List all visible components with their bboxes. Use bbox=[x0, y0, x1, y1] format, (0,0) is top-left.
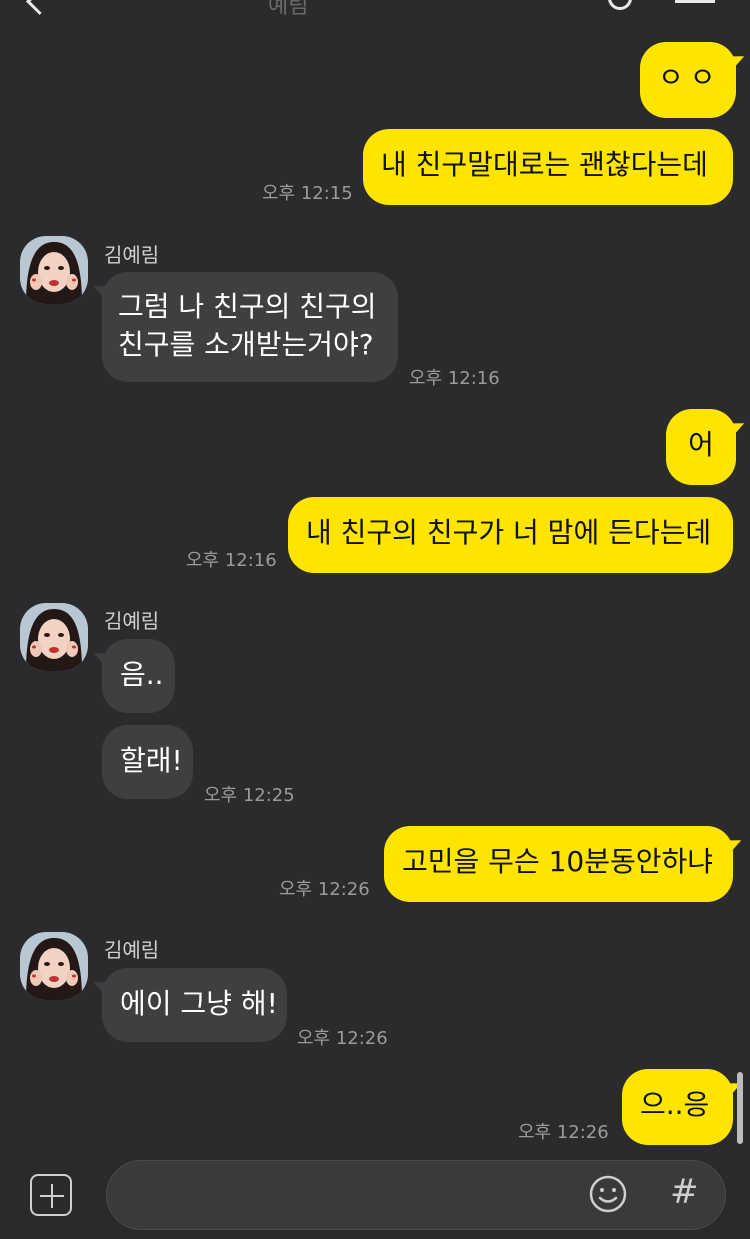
message-time: 오후 12:25 bbox=[204, 785, 295, 806]
message-text-line: 친구를 소개받는거야? bbox=[118, 328, 374, 361]
message-input[interactable] bbox=[106, 1160, 726, 1230]
message-time: 오후 12:16 bbox=[409, 368, 500, 389]
message-text: 어 bbox=[688, 428, 714, 461]
message-time: 오후 12:15 bbox=[262, 183, 353, 204]
message-text: ㅇㅇ bbox=[658, 61, 722, 94]
my-message-bubble[interactable]: 내 친구말대로는 괜찮다는데 bbox=[363, 129, 733, 205]
their-message-bubble[interactable]: 그럼 나 친구의 친구의 친구를 소개받는거야? bbox=[102, 272, 398, 382]
message-text-line: 그럼 나 친구의 친구의 bbox=[118, 290, 377, 323]
my-message-bubble[interactable]: 내 친구의 친구가 너 맘에 든다는데 bbox=[288, 497, 733, 573]
message-time: 오후 12:26 bbox=[279, 879, 370, 900]
message-text: 으..응 bbox=[640, 1088, 710, 1121]
my-message-bubble[interactable]: 어 bbox=[666, 409, 736, 485]
smiley-icon[interactable] bbox=[588, 1174, 628, 1214]
top-bar: 예림 bbox=[0, 0, 750, 19]
message-text: 음.. bbox=[120, 658, 164, 691]
message-text: 에이 그냥 해! bbox=[120, 987, 278, 1020]
plus-square-icon[interactable] bbox=[30, 1174, 72, 1216]
search-icon[interactable] bbox=[608, 0, 632, 10]
their-message-bubble[interactable]: 음.. bbox=[102, 639, 175, 713]
chat-title: 예림 bbox=[268, 0, 309, 19]
sender-name: 김예림 bbox=[104, 938, 160, 962]
their-message-bubble[interactable]: 할래! bbox=[102, 725, 193, 799]
my-message-bubble[interactable]: 고민을 무슨 10분동안하냐 bbox=[384, 826, 733, 902]
contact-avatar[interactable] bbox=[20, 236, 88, 304]
sender-name: 김예림 bbox=[104, 243, 160, 267]
menu-icon[interactable] bbox=[675, 0, 715, 3]
message-text: 내 친구의 친구가 너 맘에 든다는데 bbox=[306, 516, 712, 549]
message-time: 오후 12:26 bbox=[518, 1122, 609, 1143]
sender-name: 김예림 bbox=[104, 609, 160, 633]
message-text: 내 친구말대로는 괜찮다는데 bbox=[381, 148, 708, 181]
scrollbar[interactable] bbox=[737, 1072, 743, 1144]
their-message-bubble[interactable]: 에이 그냥 해! bbox=[102, 968, 287, 1042]
my-message-bubble[interactable]: 으..응 bbox=[622, 1069, 733, 1145]
message-time: 오후 12:26 bbox=[297, 1028, 388, 1049]
message-time: 오후 12:16 bbox=[186, 550, 277, 571]
hash-icon[interactable]: # bbox=[670, 1172, 699, 1212]
avatar-image bbox=[20, 932, 88, 1000]
contact-avatar[interactable] bbox=[20, 603, 88, 671]
back-chevron-icon[interactable] bbox=[26, 0, 53, 15]
avatar-image bbox=[20, 236, 88, 304]
contact-avatar[interactable] bbox=[20, 932, 88, 1000]
message-composer-bar: # bbox=[0, 1150, 750, 1239]
message-text: 고민을 무슨 10분동안하냐 bbox=[402, 845, 714, 878]
avatar-image bbox=[20, 603, 88, 671]
my-message-bubble[interactable]: ㅇㅇ bbox=[640, 42, 736, 118]
message-text: 할래! bbox=[120, 744, 183, 777]
